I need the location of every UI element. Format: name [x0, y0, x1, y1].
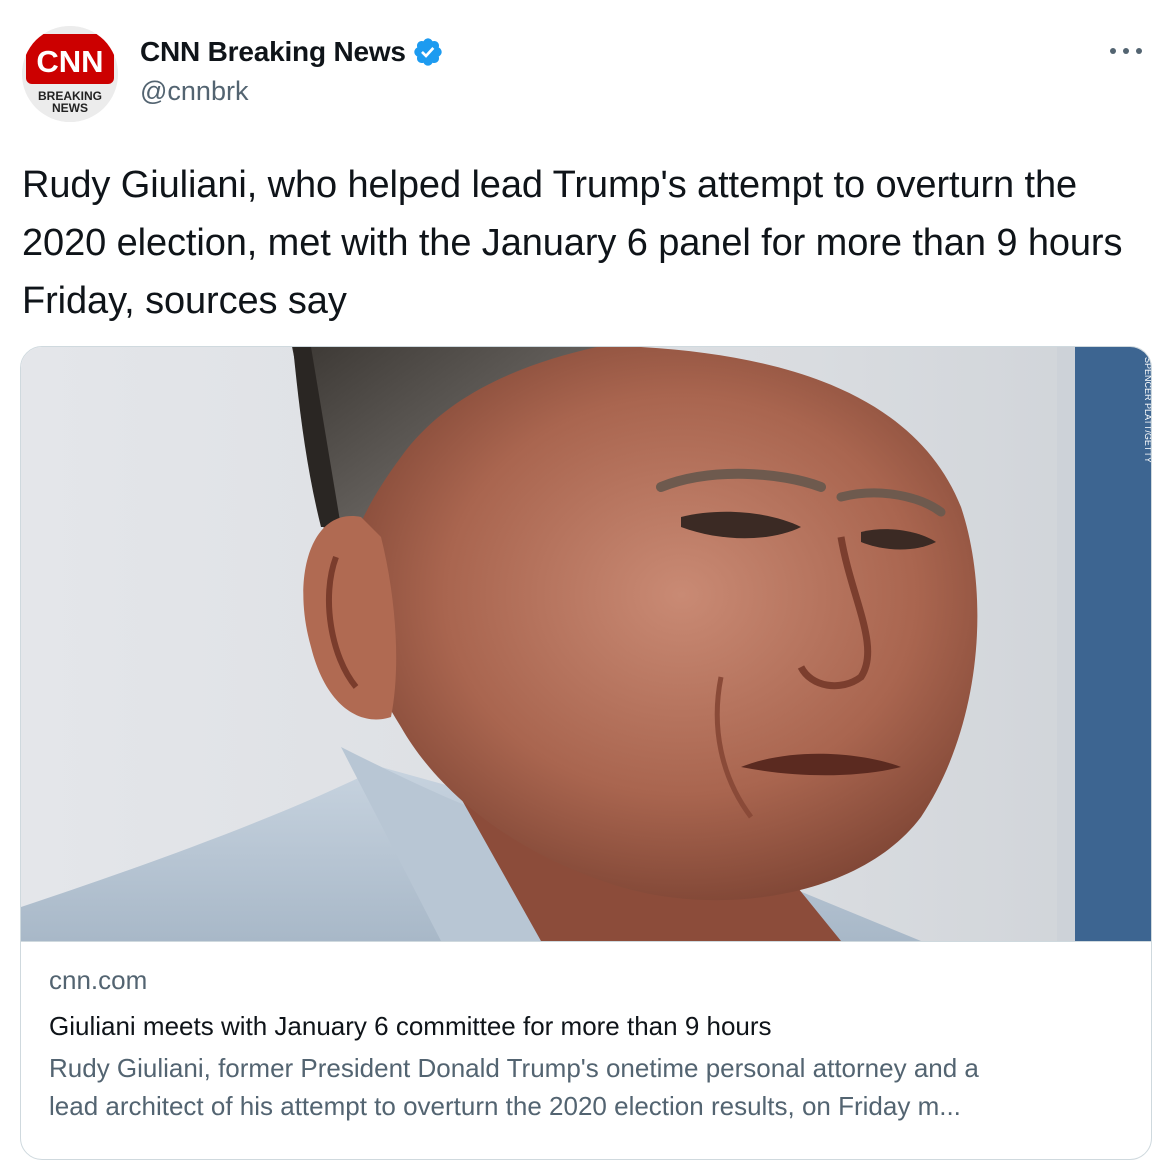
- card-title: Giuliani meets with January 6 committee …: [49, 1011, 772, 1041]
- cnn-logo-icon: CNN BREAKING NEWS: [22, 26, 118, 122]
- card-body: cnn.com Giuliani meets with January 6 co…: [49, 963, 1129, 1125]
- handle[interactable]: @cnnbrk: [140, 76, 248, 107]
- card-description-line-1: Rudy Giuliani, former President Donald T…: [49, 1053, 979, 1083]
- avatar-logo-text: CNN: [36, 44, 103, 79]
- verified-badge-icon: [414, 38, 442, 66]
- more-options-icon: [1110, 48, 1142, 54]
- card-description: Rudy Giuliani, former President Donald T…: [49, 1049, 1129, 1125]
- link-card[interactable]: SPENCER PLATT/GETTY cnn.com Giuliani mee…: [20, 346, 1152, 1160]
- image-credit: SPENCER PLATT/GETTY: [1143, 357, 1151, 463]
- display-name[interactable]: CNN Breaking News: [140, 36, 406, 68]
- avatar-sub-line-2: NEWS: [52, 101, 88, 115]
- avatar[interactable]: CNN BREAKING NEWS: [22, 26, 118, 122]
- portrait-photo: SPENCER PLATT/GETTY: [21, 347, 1151, 941]
- name-row: CNN Breaking News: [140, 34, 444, 70]
- tweet-text: Rudy Giuliani, who helped lead Trump's a…: [22, 164, 1123, 322]
- card-domain: cnn.com: [49, 965, 148, 995]
- card-image: SPENCER PLATT/GETTY: [21, 347, 1151, 942]
- card-description-line-2: lead architect of his attempt to overtur…: [49, 1091, 961, 1121]
- more-options-button[interactable]: [1104, 36, 1148, 66]
- tweet: CNN BREAKING NEWS CNN Breaking News @cnn…: [0, 0, 1172, 1176]
